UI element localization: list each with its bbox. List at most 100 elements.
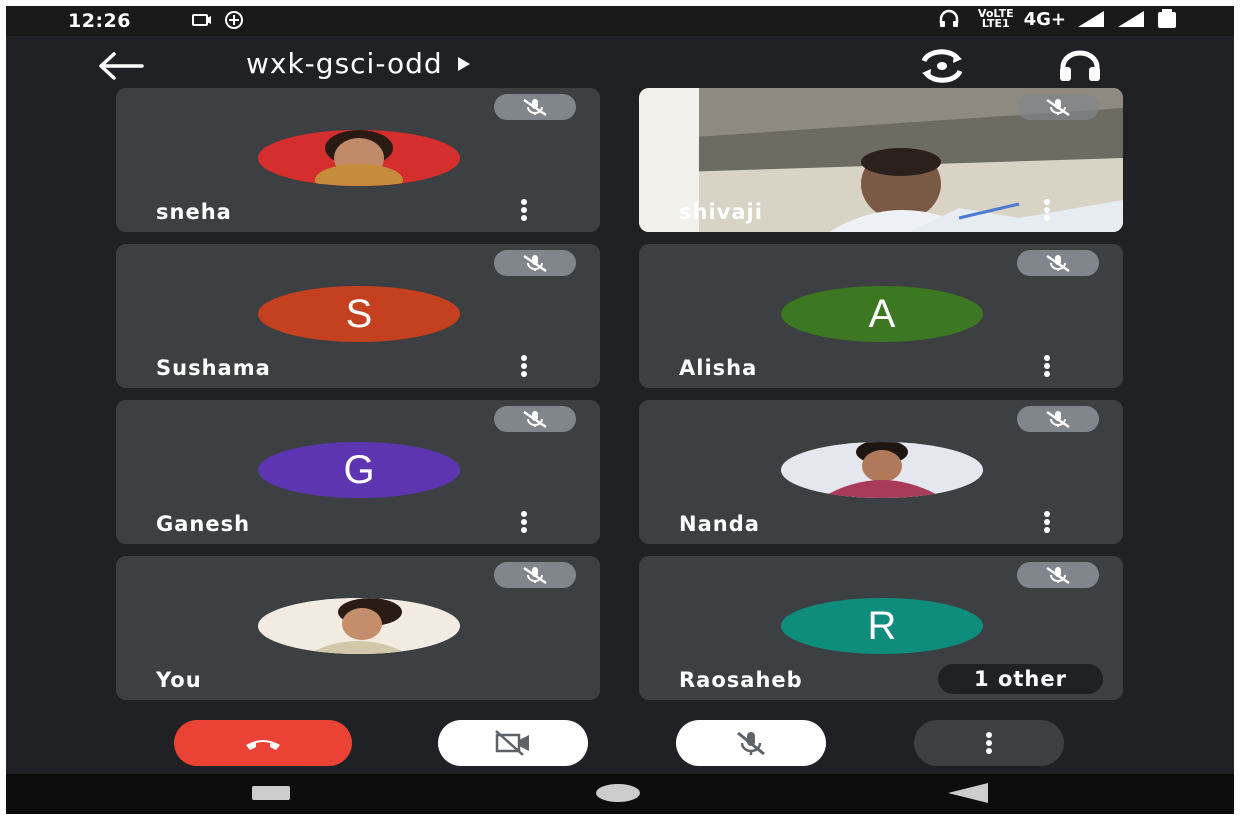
mute-indicator [494,250,576,276]
dot [1044,363,1050,369]
avatar-initial: A [781,286,983,342]
avatar-photo [781,442,983,498]
battery-icon [1158,9,1176,28]
mic-off-icon [1046,254,1070,273]
meeting-title[interactable]: wxk-gsci-odd [246,47,471,80]
mic-off-icon [1046,410,1070,429]
participant-name: Alisha [679,356,758,380]
switch-camera-button[interactable] [916,48,968,84]
mic-off-icon [1046,566,1070,585]
dot [1044,199,1050,205]
dot [521,519,527,525]
participant-tile-you[interactable]: You [116,556,600,700]
cast-icon [192,14,211,26]
volte-label: VoLTE LTE1 [978,8,1014,30]
mic-off-icon [737,731,765,756]
dot [1044,355,1050,361]
participant-menu-button[interactable] [514,354,534,378]
home-icon[interactable] [596,784,640,802]
call-controls [6,720,1234,768]
recents-icon[interactable] [252,786,290,800]
dot [1044,519,1050,525]
avatar-initial: S [258,286,460,342]
dot [1044,511,1050,517]
dot [521,207,527,213]
mute-indicator [1017,250,1099,276]
participant-tile-ganesh[interactable]: G Ganesh [116,400,600,544]
participant-menu-button[interactable] [1037,354,1057,378]
headphones-icon [1060,50,1100,81]
participant-name: shivaji [679,200,763,224]
switch-camera-icon [921,49,963,83]
participant-tile-raosaheb[interactable]: R Raosaheb 1 other [639,556,1123,700]
status-time: 12:26 [68,10,131,32]
mute-indicator [1017,562,1099,588]
person-photo-icon [781,442,983,498]
mic-toggle-button[interactable] [676,720,826,766]
dot [521,215,527,221]
dot [521,511,527,517]
meet-call-screen: 12:26 VoLTE LTE1 4G+ wxk-gsci-odd sneha … [6,6,1234,814]
person-photo-icon [258,130,460,186]
participant-name: Ganesh [156,512,251,536]
dot [1044,215,1050,221]
dot [521,199,527,205]
participant-tile-sneha[interactable]: sneha [116,88,600,232]
signal-icon [1118,11,1144,27]
more-vert-icon [986,732,992,754]
participant-menu-button[interactable] [1037,510,1057,534]
mute-indicator [494,562,576,588]
avatar-photo [258,130,460,186]
call-header: wxk-gsci-odd [6,36,1234,94]
mute-indicator [1017,94,1099,120]
camera-toggle-button[interactable] [438,720,588,766]
signal-icon [1078,11,1104,27]
status-bar: 12:26 VoLTE LTE1 4G+ [6,6,1234,36]
mic-off-icon [523,566,547,585]
others-count-chip[interactable]: 1 other [938,664,1103,694]
mic-off-icon [523,410,547,429]
mic-off-icon [523,254,547,273]
participant-tile-shivaji[interactable]: shivaji [639,88,1123,232]
participant-name: sneha [156,200,232,224]
participant-name: Nanda [679,512,760,536]
meeting-code: wxk-gsci-odd [246,47,443,80]
participant-menu-button[interactable] [1037,198,1057,222]
lte-text: LTE1 [981,17,1010,30]
dot [1044,207,1050,213]
audio-output-button[interactable] [1054,48,1106,84]
participant-menu-button[interactable] [514,510,534,534]
hotspot-icon [225,11,243,29]
status-left-icons [191,9,245,31]
triangle-right-icon [457,56,470,71]
mute-indicator [494,94,576,120]
mute-indicator [494,406,576,432]
avatar-initial: G [258,442,460,498]
participant-menu-button[interactable] [514,198,534,222]
participant-tile-nanda[interactable]: Nanda [639,400,1123,544]
more-options-button[interactable] [914,720,1064,766]
headset-icon [939,9,959,27]
dot [521,371,527,377]
dot [1044,527,1050,533]
mic-off-icon [523,98,547,117]
person-photo-icon [258,598,460,654]
participant-name: Raosaheb [679,668,803,692]
participant-name: Sushama [156,356,271,380]
network-type: 4G+ [1023,8,1066,30]
participant-tile-alisha[interactable]: A Alisha [639,244,1123,388]
phone-hangup-icon [246,740,280,750]
participant-tile-sushama[interactable]: S Sushama [116,244,600,388]
back-icon[interactable] [948,783,988,803]
dot [1044,371,1050,377]
back-button[interactable] [92,48,148,84]
participant-name: You [156,668,202,692]
camera-off-icon [495,730,529,756]
avatar-initial: R [781,598,983,654]
mute-indicator [1017,406,1099,432]
end-call-button[interactable] [174,720,352,766]
avatar-photo [258,598,460,654]
arrow-left-icon [99,52,144,80]
mic-off-icon [1046,98,1070,117]
dot [521,355,527,361]
